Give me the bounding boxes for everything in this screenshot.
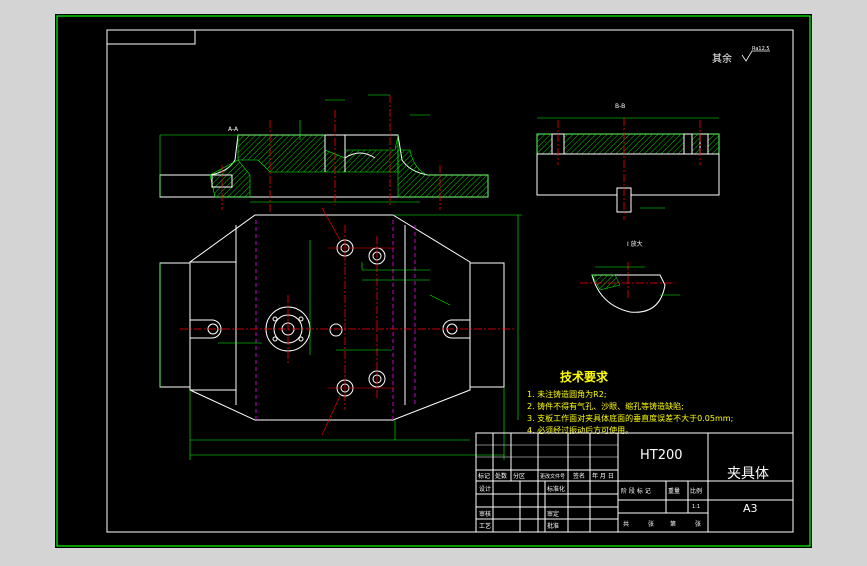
revision-label: 签名: [573, 472, 585, 480]
part-name: 夹具体: [727, 466, 769, 482]
sheet-count-label: 第: [670, 520, 676, 528]
sheet-size: A3: [743, 502, 758, 515]
approval-label: 批准: [547, 522, 559, 530]
role-label: 审核: [479, 510, 491, 518]
tech-requirement-item: 1. 未注铸造圆角为R2;: [527, 389, 607, 399]
stage-label: 比例: [690, 487, 702, 495]
material-label: HT200: [640, 448, 683, 463]
side-section-hole: [683, 133, 693, 155]
stage-label: 重量: [668, 487, 680, 495]
sheet-count-label: 张: [695, 520, 701, 528]
surface-finish-value: Ra12.5: [752, 46, 770, 52]
role-label: 工艺: [479, 522, 491, 530]
sheet-count-label: 张: [648, 520, 654, 528]
sheet-count-label: 共: [623, 520, 629, 528]
scale-value: 1:1: [692, 504, 700, 510]
stage-label: 阶 段 标 记: [621, 487, 651, 495]
revision-label: 年 月 日: [592, 472, 614, 480]
tech-requirement-item: 3. 支板工作面对夹具体底面的垂直度误差不大于0.05mm;: [527, 413, 733, 423]
drawing-canvas: 其余 Ra12.5 A-A B-B I 放大 技术要求 1. 未注铸造圆角为R2…: [55, 14, 812, 548]
revision-label: 分区: [513, 472, 525, 480]
revision-label: 标记: [478, 472, 490, 480]
tech-requirements-title: 技术要求: [560, 369, 609, 384]
revision-label: 处数: [495, 472, 507, 480]
tech-requirement-item: 2. 铸件不得有气孔、沙眼、缩孔等铸造缺陷;: [527, 401, 684, 411]
approval-label: 审定: [547, 510, 559, 518]
detail-label: I 放大: [627, 240, 643, 248]
side-section-label: B-B: [615, 103, 625, 110]
role-label: 设计: [479, 485, 491, 493]
approval-label: 标准化: [547, 485, 565, 493]
surface-finish-prefix: 其余: [712, 52, 732, 65]
revision-label: 更改文件号: [540, 473, 565, 480]
side-section-hole: [699, 133, 709, 155]
drawing-sheet: [55, 14, 812, 548]
cad-viewport: 其余 Ra12.5 A-A B-B I 放大 技术要求 1. 未注铸造圆角为R2…: [0, 0, 867, 562]
front-section-label: A-A: [228, 126, 239, 133]
